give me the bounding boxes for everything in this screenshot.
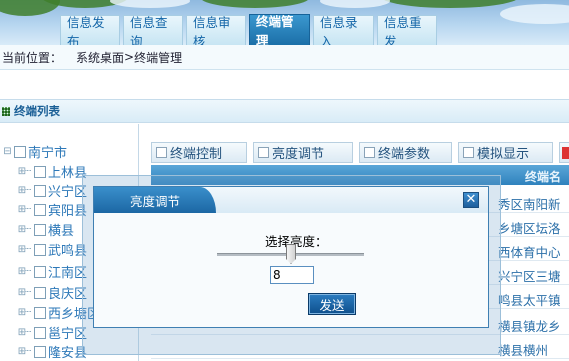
collapse-icon[interactable]: ⊟ [0,146,14,157]
cell-terminal-name: 乡塘区坛洛 [498,221,561,236]
brightness-button[interactable]: 亮度调节 [253,142,353,163]
tree-checkbox[interactable] [34,184,46,197]
tree-node[interactable]: ⊞┈ 武鸣县 [14,240,87,259]
button-label: 亮度调节 [272,147,325,162]
expand-icon[interactable]: ⊞┈ [14,185,34,196]
tree-node[interactable]: ⊞┈ 宾阳县 [14,200,87,219]
main-nav-tabs: 信息发布 信息查询 信息审核 终端管理 信息录入 信息重发 [60,14,440,45]
breadcrumb-separator: > [124,50,135,64]
tree-checkbox[interactable] [34,265,46,278]
tree-node[interactable]: ⊞┈ 横县 [14,220,74,239]
send-button[interactable]: 发送 [308,293,356,315]
grid-icon [2,106,10,116]
tab-query[interactable]: 信息查询 [123,15,183,45]
brightness-value-input[interactable] [270,266,314,284]
tab-resend[interactable]: 信息重发 [377,15,437,45]
tree-node-label: 横县 [48,224,75,239]
tree-checkbox[interactable] [34,286,46,299]
header-banner: 信息发布 信息查询 信息审核 终端管理 信息录入 信息重发 [0,0,569,45]
breadcrumb-home-link[interactable]: 系统桌面 [76,49,124,66]
terminal-control-button[interactable]: 终端控制 [151,142,247,163]
tree-checkbox[interactable] [34,165,46,178]
breadcrumb: 当前位置： 系统桌面 > 终端管理 [0,45,569,70]
close-red-icon [562,146,569,159]
grid-toolbar: 终端控制 亮度调节 终端参数 模拟显示 [151,142,569,164]
cell-terminal-name: 兴宁区三塘 [498,269,561,284]
cell-terminal-name: 鸣县太平镇 [498,293,561,308]
tree-node[interactable]: ⊞┈ 隆安县 [14,342,87,361]
tree-checkbox[interactable] [34,243,46,256]
tree-node[interactable]: ⊞┈ 邕宁区 [14,323,87,342]
simulate-display-button[interactable]: 模拟显示 [458,142,553,163]
expand-icon[interactable]: ⊞┈ [14,204,34,215]
tab-review[interactable]: 信息审核 [186,15,246,45]
tree-node[interactable]: ⊞┈ 兴宁区 [14,181,87,200]
tree-checkbox[interactable] [34,306,46,319]
tree-node[interactable]: ⊞┈ 上林县 [14,162,87,181]
tree-checkbox[interactable] [34,345,46,358]
tree-node[interactable]: ⊞┈ 江南区 [14,262,87,281]
tree-checkbox[interactable] [14,145,26,158]
brightness-slider-thumb[interactable] [286,244,296,264]
tab-publish[interactable]: 信息发布 [60,15,120,45]
monitor-icon [463,147,474,158]
expand-icon[interactable]: ⊞┈ [14,327,34,338]
expand-icon[interactable]: ⊞┈ [14,307,34,318]
cell-terminal-name: 秀区南阳新 [498,197,561,212]
dialog-titlebar[interactable]: 亮度调节 ✕ [94,187,488,213]
close-icon[interactable]: ✕ [463,192,479,208]
breadcrumb-prefix: 当前位置： [2,50,63,65]
tab-entry[interactable]: 信息录入 [313,15,374,45]
expand-icon[interactable]: ⊞┈ [14,244,34,255]
overflow-button[interactable] [559,142,569,163]
tree-checkbox[interactable] [34,223,46,236]
gear-icon [156,147,167,158]
expand-icon[interactable]: ⊞┈ [14,346,34,357]
button-label: 模拟显示 [477,147,530,162]
grid-header-terminal-name[interactable]: 终端名 [525,168,561,185]
terminal-params-button[interactable]: 终端参数 [359,142,452,163]
brightness-dialog: 亮度调节 ✕ 选择亮度： 发送 [93,186,489,328]
expand-icon[interactable]: ⊞┈ [14,287,34,298]
dialog-title: 亮度调节 [129,194,180,209]
brightness-icon [258,147,269,158]
button-label: 终端控制 [170,147,223,162]
tree-node-label: 南宁市 [28,146,68,161]
expand-icon[interactable]: ⊞┈ [14,166,34,177]
brightness-label: 选择亮度： [265,234,328,249]
terminal-list-header: 终端列表 [0,99,569,123]
cell-terminal-name: 横县横州 [498,343,549,358]
panel-title: 终端列表 [14,104,60,118]
tree-checkbox[interactable] [34,326,46,339]
button-label: 终端参数 [378,147,431,162]
cell-terminal-name: 横县镇龙乡 [498,319,561,334]
expand-icon[interactable]: ⊞┈ [14,266,34,277]
cell-terminal-name: 西体育中心 [498,245,561,260]
settings-icon [364,147,375,158]
tree-checkbox[interactable] [34,203,46,216]
tree-node[interactable]: ⊞┈ 良庆区 [14,283,87,302]
breadcrumb-current: 终端管理 [134,50,183,65]
tab-terminal-management[interactable]: 终端管理 [249,14,310,45]
expand-icon[interactable]: ⊞┈ [14,224,34,235]
tree-node-root[interactable]: ⊟ 南宁市 [0,142,67,161]
